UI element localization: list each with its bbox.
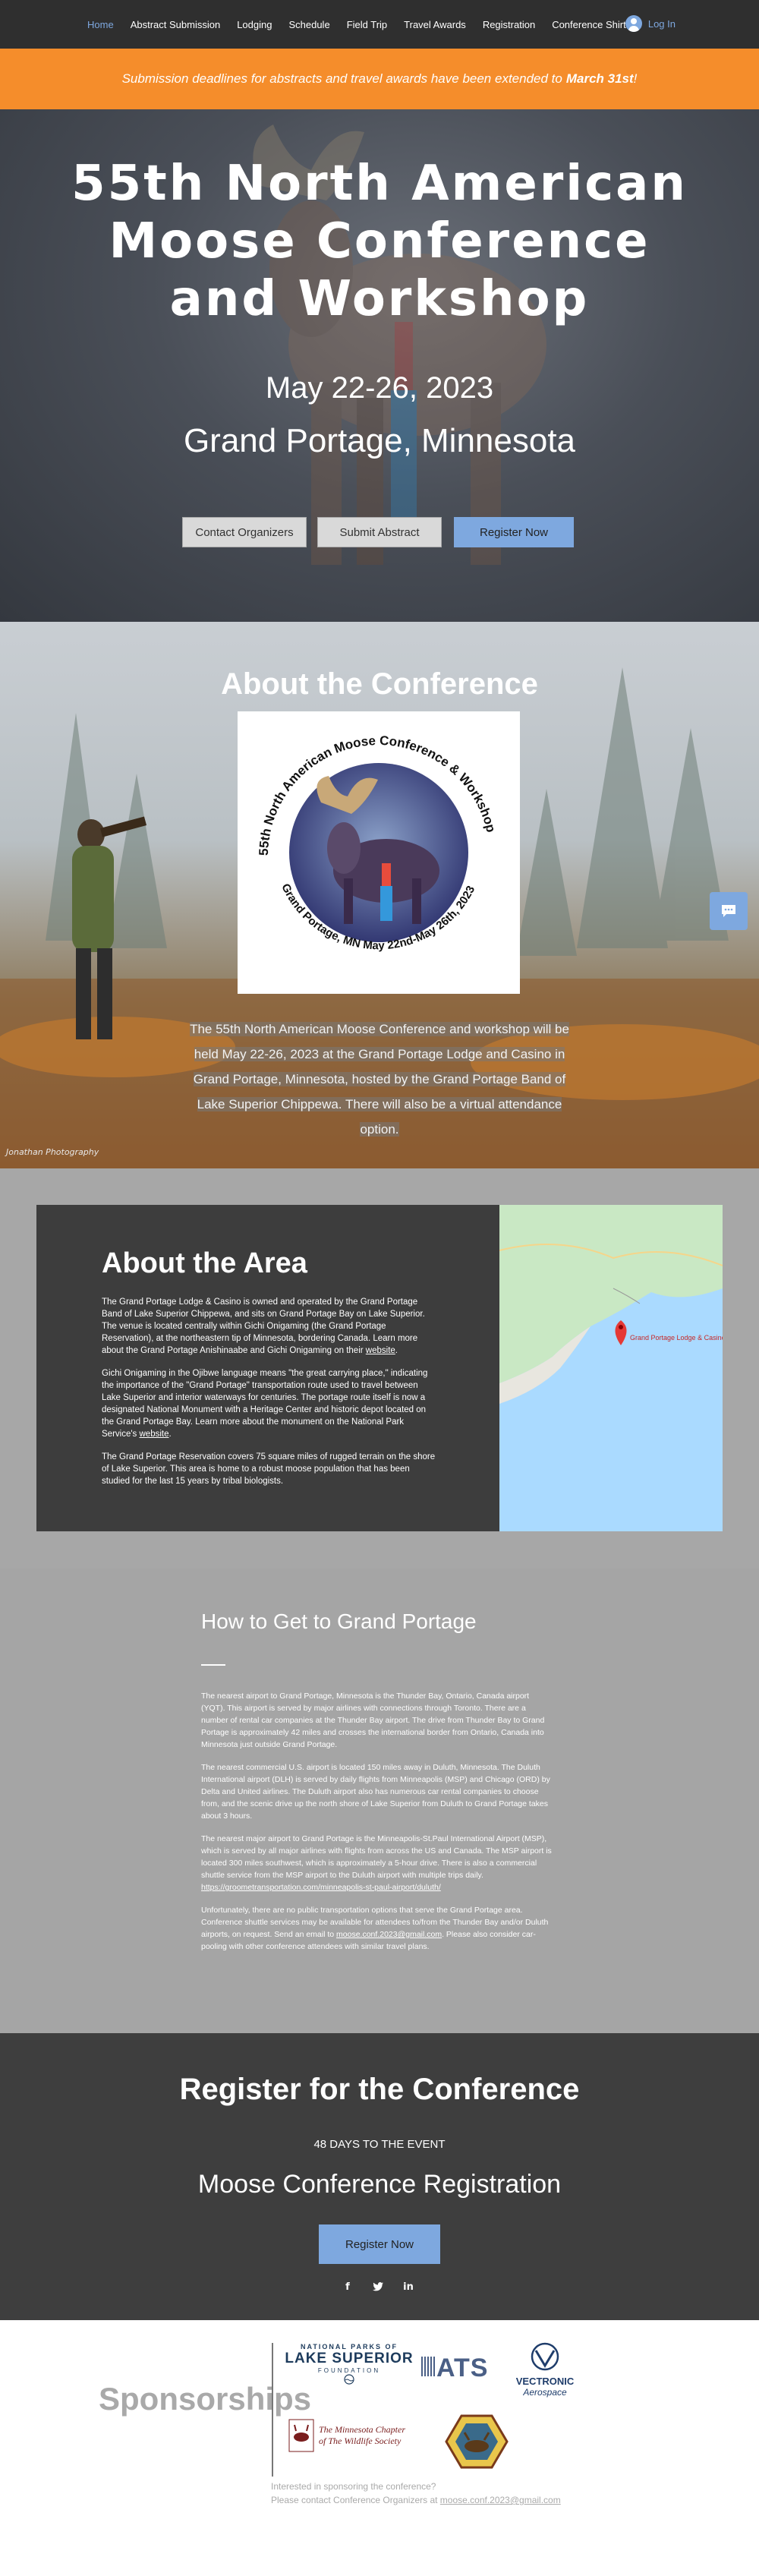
about-conference-title: About the Conference <box>221 667 538 701</box>
grand-portage-website-link[interactable]: website <box>366 1346 395 1355</box>
register-section: Register for the Conference 48 DAYS TO T… <box>0 2033 759 2320</box>
contact-email-link[interactable]: moose.conf.2023@gmail.com <box>336 1930 442 1939</box>
about-area-section: About the Area The Grand Portage Lodge &… <box>0 1168 759 1569</box>
about-area-title: About the Area <box>102 1247 307 1279</box>
waves-icon <box>344 2374 354 2385</box>
hero-title-line-3: and Workshop <box>169 271 590 327</box>
how-to-paragraph-4: Unfortunately, there are no public trans… <box>201 1904 554 1953</box>
wildlife-society-mark-icon <box>288 2419 314 2452</box>
lsf-main-text: LAKE SUPERIOR <box>285 2351 414 2366</box>
sponsors-divider <box>272 2343 273 2477</box>
register-now-button[interactable]: Register Now <box>319 2224 440 2264</box>
hero-title-line-1: 55th North American <box>71 156 688 212</box>
nav-item-conference-shirts[interactable]: Conference Shirts <box>552 19 631 30</box>
hero-location: Grand Portage, Minnesota <box>183 422 576 459</box>
wildlife-text-1: The Minnesota Chapter <box>319 2424 405 2435</box>
submit-abstract-button[interactable]: Submit Abstract <box>317 517 442 547</box>
about-area-p2-text: Gichi Onigaming in the Ojibwe language m… <box>102 1369 428 1439</box>
contact-organizers-button[interactable]: Contact Organizers <box>182 517 307 547</box>
chat-button[interactable] <box>710 892 748 930</box>
map-image: Grand Portage Lodge & Casino <box>499 1205 723 1531</box>
about-area-body: The Grand Portage Lodge & Casino is owne… <box>102 1296 436 1498</box>
vectronic-mark-icon <box>531 2342 559 2371</box>
about-area-paragraph-2: Gichi Onigaming in the Ojibwe language m… <box>102 1369 428 1439</box>
hero-dates: May 22-26, 2023 <box>265 371 494 405</box>
minnesota-patch-logo[interactable] <box>439 2411 515 2472</box>
photo-credit: Jonathan Photography <box>6 1147 99 1157</box>
about-area-paragraph-3: The Grand Portage Reservation covers 75 … <box>102 1452 436 1486</box>
twitter-icon[interactable] <box>372 2281 384 2293</box>
how-to-paragraph-2: The nearest commercial U.S. airport is l… <box>201 1763 550 1821</box>
how-to-paragraph-1: The nearest airport to Grand Portage, Mi… <box>201 1692 545 1749</box>
about-conference-text: The 55th North American Moose Conference… <box>190 1022 569 1137</box>
title-divider <box>201 1664 225 1666</box>
lake-superior-foundation-logo[interactable]: NATIONAL PARKS OF LAKE SUPERIOR FOUNDATI… <box>285 2343 414 2388</box>
nav-item-lodging[interactable]: Lodging <box>237 19 272 30</box>
sponsor-email-link[interactable]: moose.conf.2023@gmail.com <box>440 2495 561 2505</box>
ats-mark-icon <box>421 2357 435 2376</box>
about-area-card: About the Area The Grand Portage Lodge &… <box>36 1205 499 1531</box>
about-conference-body: The 55th North American Moose Conference… <box>190 1017 569 1142</box>
about-conference-section: About the Conference 55th North American… <box>0 622 759 1168</box>
facebook-icon[interactable]: f <box>342 2281 354 2293</box>
how-to-paragraph-3: The nearest major airport to Grand Porta… <box>201 1833 554 1893</box>
sponsors-title: Sponsorships <box>99 2381 312 2417</box>
ats-text: ATS <box>436 2354 489 2382</box>
nav-item-registration[interactable]: Registration <box>483 19 535 30</box>
sponsor-contact-line-2: Please contact Conference Organizers at … <box>271 2493 561 2507</box>
how-to-get-title: How to Get to Grand Portage <box>201 1610 477 1633</box>
registration-subtitle: Moose Conference Registration <box>197 2170 562 2199</box>
conference-logo: 55th North American Moose Conference & W… <box>238 711 520 994</box>
wildlife-society-logo[interactable]: The Minnesota Chapter of The Wildlife So… <box>288 2419 425 2452</box>
ats-logo[interactable]: ATS <box>421 2354 488 2383</box>
about-area-paragraph-1: The Grand Portage Lodge & Casino is owne… <box>102 1297 425 1355</box>
shuttle-link[interactable]: https://groometransportation.com/minneap… <box>201 1883 441 1892</box>
vectronic-sub-text: Aerospace <box>523 2387 567 2398</box>
register-title: Register for the Conference <box>179 2073 580 2106</box>
login-label: Log In <box>647 17 676 30</box>
how-to-p3-text: The nearest major airport to Grand Porta… <box>201 1834 552 1880</box>
minnesota-patch-image <box>445 2414 509 2469</box>
vectronic-text: VECTRONIC <box>515 2376 575 2387</box>
vectronic-aerospace-logo[interactable]: VECTRONIC Aerospace <box>507 2341 583 2398</box>
days-countdown: 48 DAYS TO THE EVENT <box>313 2138 446 2151</box>
hero-section: 55th North American Moose Conference and… <box>0 109 759 622</box>
announcement-banner: Submission deadlines for abstracts and t… <box>0 49 759 109</box>
hero-title-line-2: Moose Conference <box>109 213 650 270</box>
chat-icon <box>722 905 735 917</box>
sponsors-section: Sponsorships NATIONAL PARKS OF LAKE SUPE… <box>0 2320 759 2576</box>
linkedin-icon[interactable]: in <box>402 2281 414 2293</box>
nav-item-home[interactable]: Home <box>87 19 114 30</box>
lsf-sub-text: FOUNDATION <box>317 2367 381 2374</box>
nav-menu: Home Abstract Submission Lodging Schedul… <box>87 0 631 49</box>
nav-item-field-trip[interactable]: Field Trip <box>347 19 387 30</box>
lsf-top-text: NATIONAL PARKS OF <box>301 2343 398 2351</box>
map-pin-label: Grand Portage Lodge & Casino <box>630 1334 723 1342</box>
how-to-get-body: The nearest airport to Grand Portage, Mi… <box>201 1690 554 1963</box>
login-button[interactable]: Log In <box>625 15 676 32</box>
user-avatar-icon <box>625 15 642 32</box>
register-now-hero-button[interactable]: Register Now <box>454 517 574 547</box>
how-to-get-section: How to Get to Grand Portage The nearest … <box>0 1569 759 2033</box>
social-links: f in <box>342 2281 414 2293</box>
nps-website-link[interactable]: website <box>140 1430 169 1439</box>
nav-item-travel-awards[interactable]: Travel Awards <box>404 19 466 30</box>
sponsor-contact-text: Please contact Conference Organizers at <box>271 2495 438 2505</box>
nav-item-schedule[interactable]: Schedule <box>288 19 329 30</box>
conference-logo-image: 55th North American Moose Conference & W… <box>257 733 499 952</box>
sponsor-contact-line-1: Interested in sponsoring the conference? <box>271 2481 436 2492</box>
banner-text: Submission deadlines for abstracts and t… <box>121 71 562 86</box>
location-map[interactable]: Grand Portage Lodge & Casino <box>499 1205 723 1531</box>
banner-end: ! <box>633 71 638 86</box>
nav-item-abstract-submission[interactable]: Abstract Submission <box>131 19 221 30</box>
banner-deadline: March 31st <box>565 71 634 86</box>
wildlife-text-2: of The Wildlife Society <box>319 2436 402 2446</box>
top-nav: Home Abstract Submission Lodging Schedul… <box>0 0 759 49</box>
sponsor-contact: Interested in sponsoring the conference?… <box>271 2480 561 2507</box>
hero-title: 55th North American Moose Conference and… <box>0 155 759 328</box>
